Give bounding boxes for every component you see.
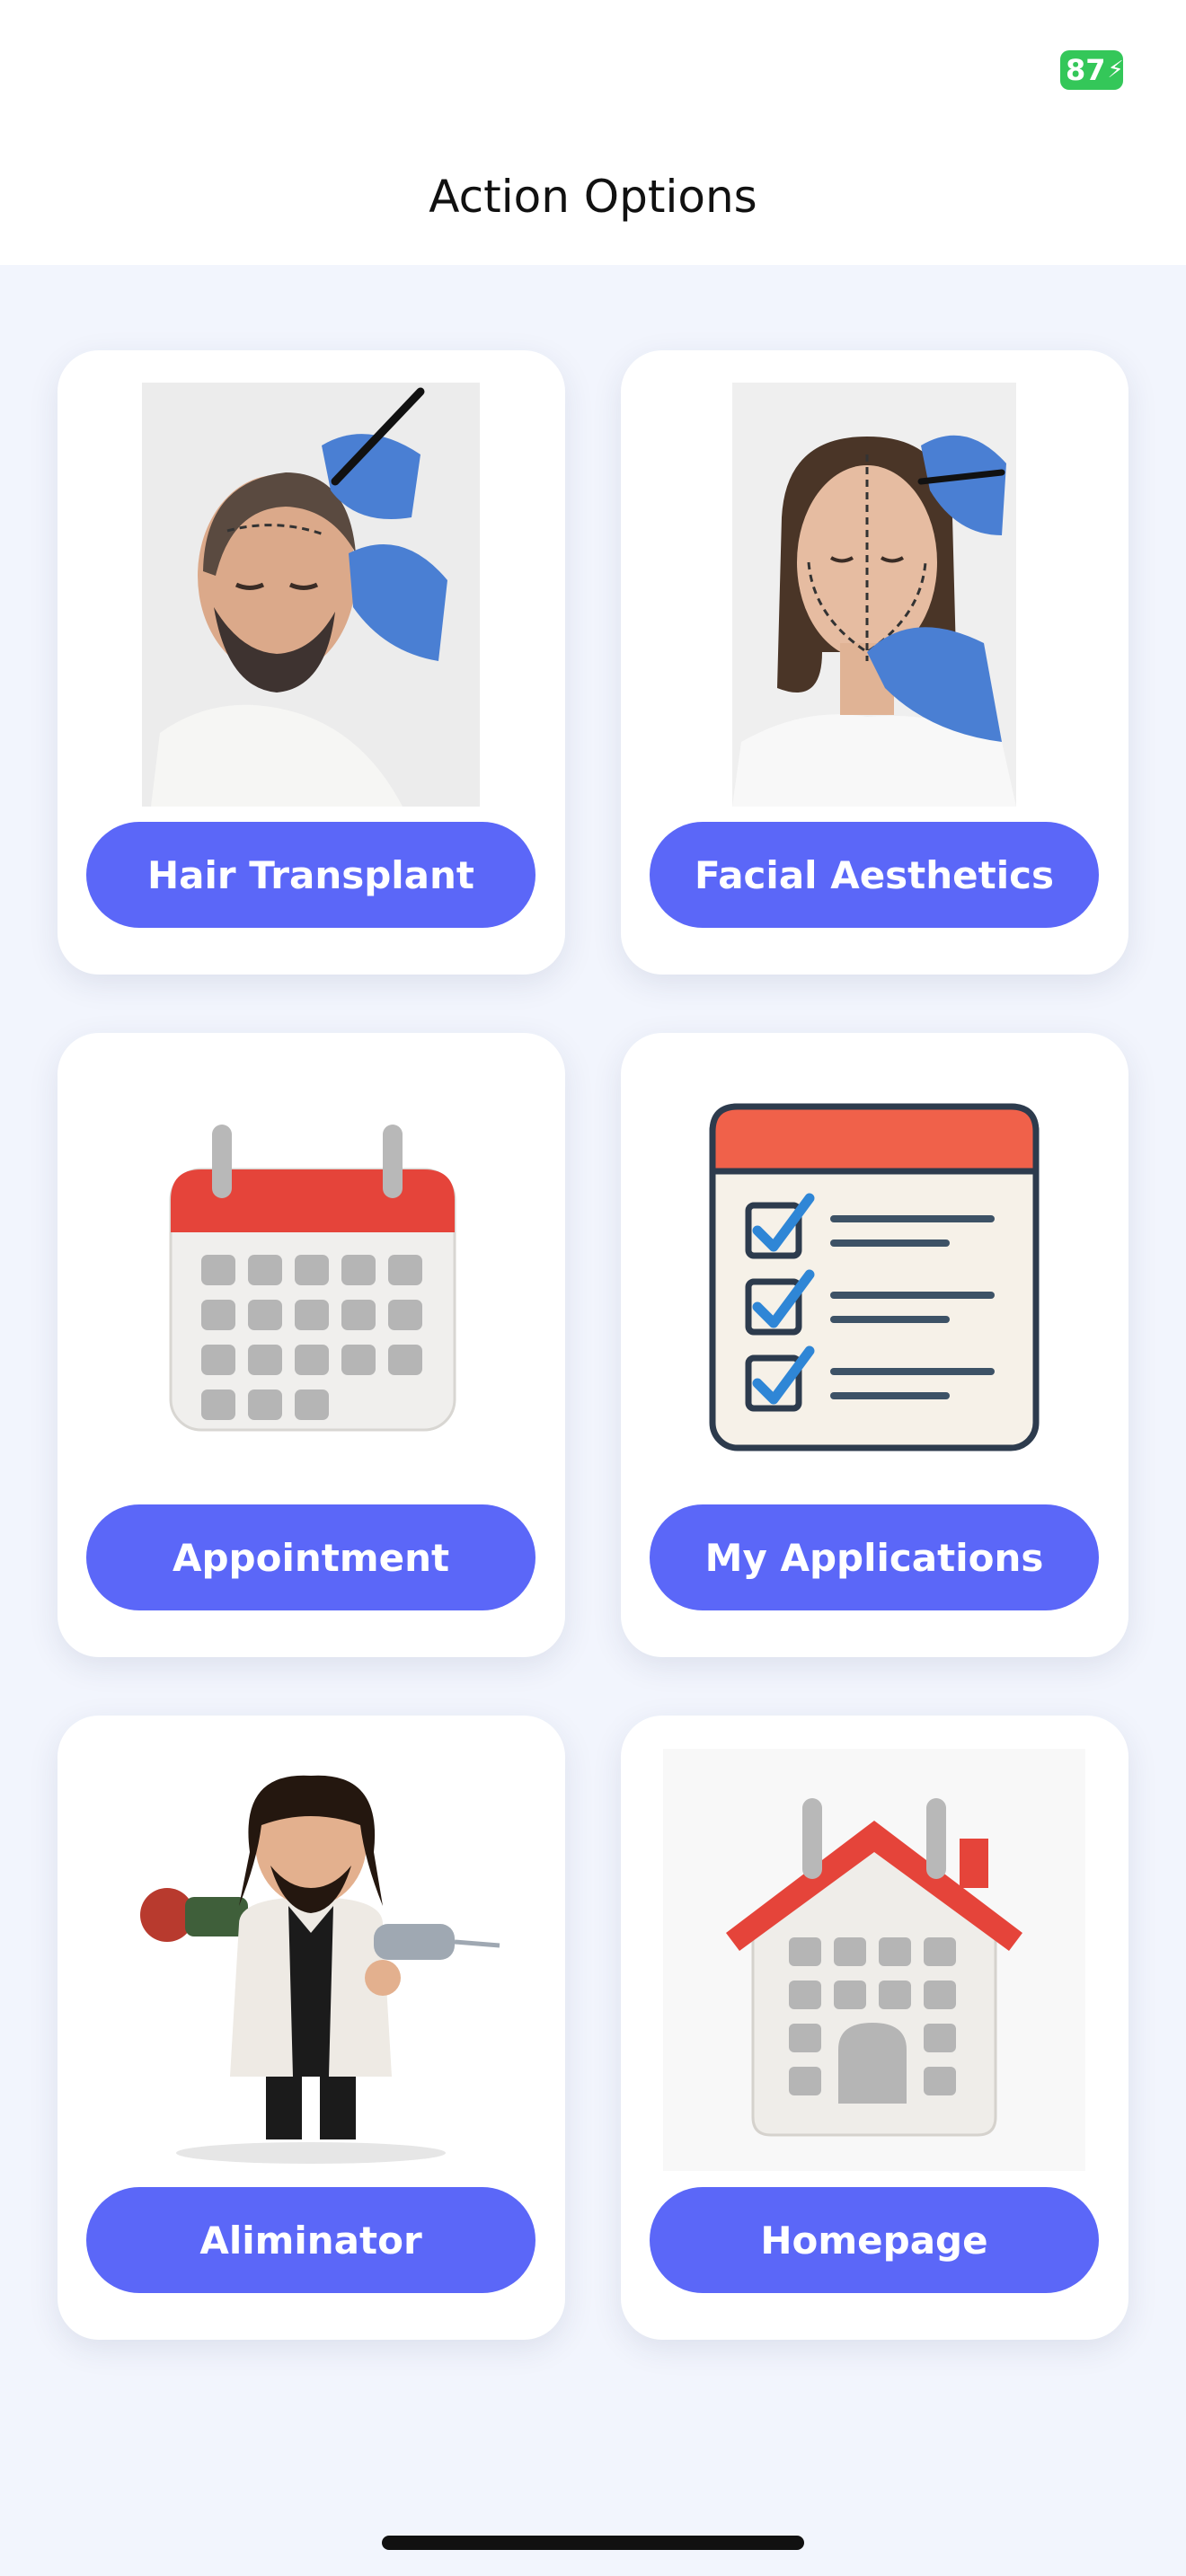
- homepage-button[interactable]: Homepage: [650, 2187, 1099, 2293]
- facial-aesthetics-button[interactable]: Facial Aesthetics: [650, 822, 1099, 928]
- battery-level: 87: [1066, 53, 1106, 87]
- card-facial-aesthetics: Facial Aesthetics: [621, 350, 1128, 975]
- battery-indicator: 87 ⚡: [1060, 50, 1124, 90]
- facial-aesthetics-photo: [732, 383, 1016, 807]
- checklist-calendar-icon: [709, 1103, 1040, 1451]
- facial-aesthetics-image: [650, 379, 1099, 810]
- card-aliminator: Aliminator: [58, 1716, 565, 2340]
- appointment-image: [86, 1062, 535, 1493]
- homepage-image: [650, 1744, 1099, 2175]
- hair-transplant-button[interactable]: Hair Transplant: [86, 822, 535, 928]
- card-my-applications: My Applications: [621, 1033, 1128, 1657]
- card-hair-transplant: Hair Transplant: [58, 350, 565, 975]
- aliminator-image: [86, 1744, 535, 2175]
- page-title: Action Options: [429, 171, 757, 223]
- my-applications-button[interactable]: My Applications: [650, 1504, 1099, 1610]
- calendar-icon: [169, 1125, 456, 1432]
- hair-transplant-image: [86, 379, 535, 810]
- card-homepage: Homepage: [621, 1716, 1128, 2340]
- appointment-button[interactable]: Appointment: [86, 1504, 535, 1610]
- aliminator-button[interactable]: Aliminator: [86, 2187, 535, 2293]
- card-appointment: Appointment: [58, 1033, 565, 1657]
- home-indicator[interactable]: [382, 2536, 804, 2550]
- doctor-figurine-illustration: [104, 1753, 518, 2166]
- status-bar: 87 ⚡: [0, 0, 1186, 135]
- charging-bolt-icon: ⚡: [1107, 57, 1124, 84]
- home-calendar-icon: [663, 1749, 1085, 2171]
- my-applications-image: [650, 1062, 1099, 1493]
- hair-transplant-photo: [142, 383, 480, 807]
- header: Action Options: [0, 135, 1186, 265]
